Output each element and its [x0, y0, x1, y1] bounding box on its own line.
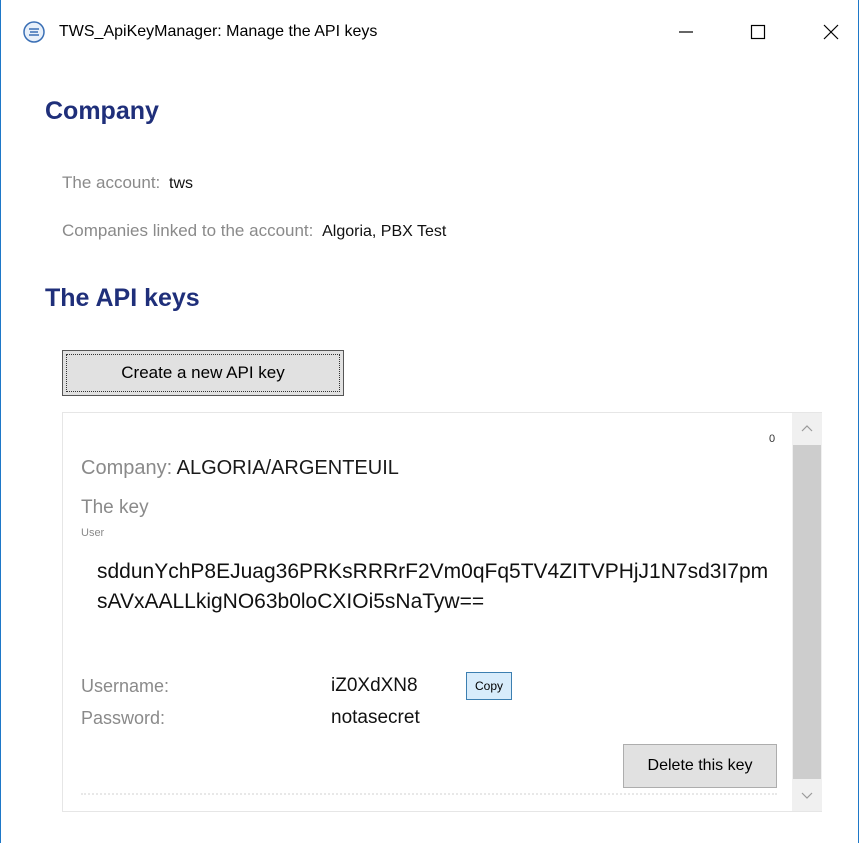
company-heading: Company	[45, 97, 159, 125]
copy-button[interactable]: Copy	[466, 672, 512, 700]
minimize-icon	[679, 31, 693, 33]
linked-companies-value: Algoria, PBX Test	[322, 223, 447, 240]
account-value: tws	[169, 175, 194, 192]
title-bar[interactable]: TWS_ApiKeyManager: Manage the API keys	[1, 0, 858, 66]
minimize-button[interactable]	[664, 10, 708, 54]
account-row: The account: tws	[62, 173, 193, 193]
key-counter: 0	[769, 433, 776, 445]
maximize-button[interactable]	[736, 10, 780, 54]
api-keys-heading: The API keys	[45, 284, 200, 312]
close-icon	[823, 24, 839, 40]
scroll-down-button[interactable]	[792, 781, 822, 811]
chevron-down-icon	[801, 792, 813, 799]
delete-key-button[interactable]: Delete this key	[623, 744, 777, 788]
close-button[interactable]	[809, 10, 853, 54]
username-value[interactable]: iZ0XdXN8	[331, 675, 418, 697]
linked-companies-row: Companies linked to the account: Algoria…	[62, 221, 446, 241]
key-company-row: Company: ALGORIA/ARGENTEUIL	[81, 457, 399, 480]
api-key-list-panel: 0 Company: ALGORIA/ARGENTEUIL The key Us…	[62, 412, 822, 812]
password-value[interactable]: notasecret	[331, 707, 420, 729]
key-company-label: Company:	[81, 457, 173, 479]
window-title: TWS_ApiKeyManager: Manage the API keys	[59, 23, 378, 40]
app-window: TWS_ApiKeyManager: Manage the API keys C…	[0, 0, 859, 843]
user-tag: User	[81, 527, 105, 539]
app-icon	[23, 21, 45, 43]
api-key-value[interactable]: sddunYchP8EJuag36PRKsRRRrF2Vm0qFq5TV4ZIT…	[97, 557, 777, 617]
maximize-icon	[750, 24, 766, 40]
vertical-scrollbar[interactable]	[792, 413, 822, 811]
key-label: The key	[81, 497, 149, 518]
linked-companies-label: Companies linked to the account:	[62, 221, 314, 240]
key-company-value: ALGORIA/ARGENTEUIL	[176, 457, 399, 479]
username-label: Username:	[81, 676, 170, 696]
account-label: The account:	[62, 173, 161, 192]
password-label: Password:	[81, 708, 166, 728]
scroll-up-button[interactable]	[792, 413, 822, 443]
create-api-key-button[interactable]: Create a new API key	[62, 350, 344, 396]
chevron-up-icon	[801, 425, 813, 432]
scroll-thumb[interactable]	[793, 445, 821, 779]
divider	[81, 793, 777, 795]
